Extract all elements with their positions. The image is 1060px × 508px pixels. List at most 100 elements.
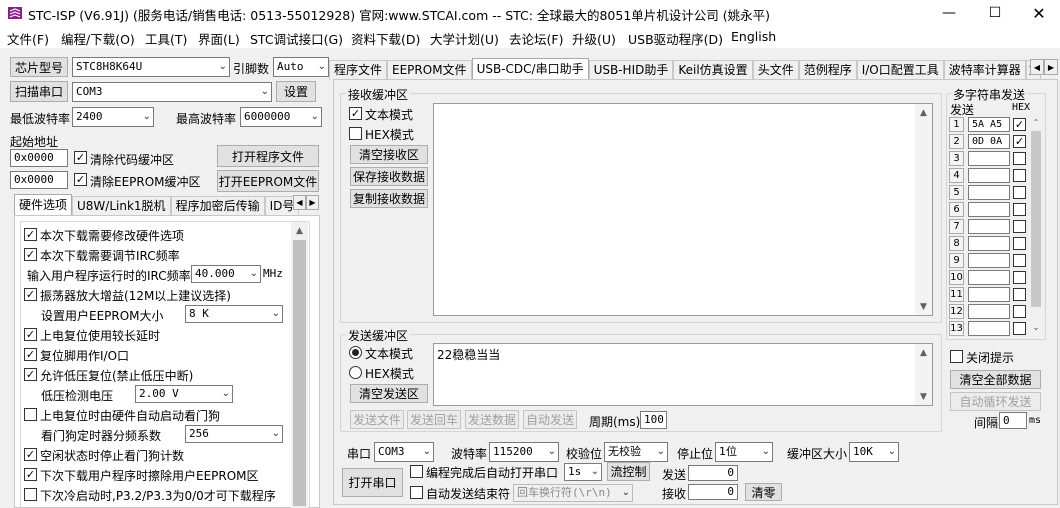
eeprom-addr-field[interactable]: 0x0000 xyxy=(10,171,68,189)
multi-row-index[interactable]: 3 xyxy=(949,151,964,166)
end-char-select[interactable]: 回车换行符(\r\n) ⌄ xyxy=(513,484,633,502)
eeprom-size-select[interactable]: 8 K ⌄ xyxy=(185,305,283,323)
tab-scroll-right-icon[interactable]: ▶ xyxy=(306,195,319,210)
send-text-mode-radio[interactable] xyxy=(349,346,362,359)
baud-select[interactable]: 115200 ⌄ xyxy=(489,442,559,462)
copy-recv-button[interactable]: 复制接收数据 xyxy=(350,189,428,208)
opt-idle-wd-checkbox[interactable]: ✓ xyxy=(24,448,37,461)
multi-row-index[interactable]: 10 xyxy=(949,270,964,285)
parity-select[interactable]: 无校验 ⌄ xyxy=(604,442,668,462)
tab-hardware[interactable]: 硬件选项 xyxy=(14,194,73,216)
tab-encrypt[interactable]: 程序加密后传输 xyxy=(170,196,265,216)
tab-scroll-left-icon[interactable]: ◀ xyxy=(293,195,306,210)
open-eeprom-button[interactable]: 打开EEPROM文件 xyxy=(217,170,319,192)
multi-row-index[interactable]: 1 xyxy=(949,117,964,132)
multi-row-input[interactable]: 5A A5 . xyxy=(968,117,1010,132)
multi-row-hex-checkbox[interactable] xyxy=(1013,254,1026,267)
tab-program-file[interactable]: 程序文件 xyxy=(329,60,388,80)
multi-row-hex-checkbox[interactable] xyxy=(1013,271,1026,284)
auto-send-button[interactable]: 自动发送 xyxy=(523,410,577,429)
recv-text-mode-checkbox[interactable]: ✓ xyxy=(349,107,362,120)
auto-open-delay-select[interactable]: 1s ⌄ xyxy=(564,463,602,481)
clear-recv-button[interactable]: 清空接收区 xyxy=(350,145,428,164)
minimize-icon[interactable]: — xyxy=(926,0,972,26)
multi-row-hex-checkbox[interactable] xyxy=(1013,322,1026,335)
loop-send-button[interactable]: 自动循环发送 xyxy=(950,392,1041,411)
open-program-button[interactable]: 打开程序文件 xyxy=(217,145,319,167)
tab-examples[interactable]: 范例程序 xyxy=(798,60,857,80)
auto-end-checkbox[interactable] xyxy=(410,486,423,499)
max-baud-select[interactable]: 6000000 ⌄ xyxy=(240,107,322,127)
opt-erase-eeprom-checkbox[interactable]: ✓ xyxy=(24,468,37,481)
tab-u8w[interactable]: U8W/Link1脱机 xyxy=(72,196,171,216)
scroll-thumb[interactable] xyxy=(293,240,306,506)
tab-io-config[interactable]: I/O口配置工具 xyxy=(856,60,944,80)
settings-button[interactable]: 设置 xyxy=(276,81,316,102)
scroll-thumb[interactable] xyxy=(1031,131,1041,307)
buffer-select[interactable]: 10K ⌄ xyxy=(849,442,899,462)
chip-select[interactable]: STC8H8K64U ⌄ xyxy=(72,57,230,77)
multi-row-hex-checkbox[interactable]: ✓ xyxy=(1013,135,1026,148)
scroll-down-icon[interactable]: ▼ xyxy=(915,388,932,405)
multi-row-hex-checkbox[interactable] xyxy=(1013,152,1026,165)
low-volt-select[interactable]: 2.00 V ⌄ xyxy=(135,385,233,403)
port-select[interactable]: COM3 ⌄ xyxy=(72,82,272,102)
multi-row-index[interactable]: 8 xyxy=(949,236,964,251)
multi-row-index[interactable]: 11 xyxy=(949,287,964,302)
options-scrollbar[interactable]: ▲ xyxy=(291,222,308,508)
multi-row-index[interactable]: 13 xyxy=(949,321,964,336)
irc-freq-select[interactable]: 40.000 ⌄ xyxy=(191,265,261,283)
menu-program[interactable]: 编程/下载(O) xyxy=(61,29,135,48)
scan-port-button[interactable]: 扫描串口 xyxy=(10,81,68,102)
multi-scrollbar[interactable]: ⌃ ⌄ xyxy=(1029,115,1043,337)
menu-tools[interactable]: 工具(T) xyxy=(145,29,187,48)
opt-gain-checkbox[interactable]: ✓ xyxy=(24,288,37,301)
clear-all-button[interactable]: 清空全部数据 xyxy=(950,370,1041,389)
main-tab-left-icon[interactable]: ◀ xyxy=(1030,59,1044,75)
send-hex-mode-radio[interactable] xyxy=(349,366,362,379)
menu-usb-driver[interactable]: USB驱动程序(D) xyxy=(628,29,723,48)
opt-modify-hw-checkbox[interactable]: ✓ xyxy=(24,228,37,241)
save-recv-button[interactable]: 保存接收数据 xyxy=(350,167,428,186)
opt-irc-checkbox[interactable]: ✓ xyxy=(24,248,37,261)
menu-file[interactable]: 文件(F) xyxy=(7,29,49,48)
reset-count-button[interactable]: 清零 xyxy=(745,483,782,501)
close-icon[interactable]: ✕ xyxy=(1016,0,1060,26)
opt-long-delay-checkbox[interactable]: ✓ xyxy=(24,328,37,341)
opt-watchdog-checkbox[interactable] xyxy=(24,408,37,421)
multi-row-hex-checkbox[interactable] xyxy=(1013,288,1026,301)
menu-interface[interactable]: 界面(L) xyxy=(198,29,240,48)
stop-select[interactable]: 1位 ⌄ xyxy=(715,442,773,462)
multi-row-hex-checkbox[interactable] xyxy=(1013,305,1026,318)
send-enter-button[interactable]: 发送回车 xyxy=(407,410,461,429)
menu-english[interactable]: English xyxy=(731,29,776,44)
menu-upgrade[interactable]: 升级(U) xyxy=(572,29,616,48)
menu-docs[interactable]: 资料下载(D) xyxy=(351,29,420,48)
multi-row-index[interactable]: 9 xyxy=(949,253,964,268)
multi-row-input[interactable] xyxy=(968,304,1010,319)
interval-field[interactable]: 0 xyxy=(999,412,1027,429)
multi-row-index[interactable]: 2 xyxy=(949,134,964,149)
multi-row-input[interactable] xyxy=(968,253,1010,268)
recv-textarea[interactable]: ▲ ▼ xyxy=(433,103,933,316)
pin-select[interactable]: Auto ⌄ xyxy=(273,57,329,77)
multi-row-index[interactable]: 7 xyxy=(949,219,964,234)
multi-row-input[interactable] xyxy=(968,287,1010,302)
clear-code-checkbox[interactable]: ✓ xyxy=(74,151,87,164)
multi-row-input[interactable] xyxy=(968,202,1010,217)
scroll-up-icon[interactable]: ▲ xyxy=(915,344,932,361)
auto-open-checkbox[interactable] xyxy=(410,465,423,478)
clear-send-button[interactable]: 清空发送区 xyxy=(350,384,428,403)
send-data-button[interactable]: 发送数据 xyxy=(465,410,519,429)
multi-row-hex-checkbox[interactable] xyxy=(1013,220,1026,233)
menu-debug[interactable]: STC调试接口(G) xyxy=(250,29,343,48)
min-baud-select[interactable]: 2400 ⌄ xyxy=(72,107,154,127)
multi-row-input[interactable] xyxy=(968,270,1010,285)
period-field[interactable]: 100 xyxy=(640,411,667,429)
multi-row-input[interactable] xyxy=(968,185,1010,200)
multi-row-hex-checkbox[interactable] xyxy=(1013,237,1026,250)
tab-hid-assistant[interactable]: USB-HID助手 xyxy=(588,60,674,80)
multi-row-index[interactable]: 12 xyxy=(949,304,964,319)
scroll-up-icon[interactable]: ▲ xyxy=(915,104,932,121)
clear-eeprom-checkbox[interactable]: ✓ xyxy=(74,173,87,186)
